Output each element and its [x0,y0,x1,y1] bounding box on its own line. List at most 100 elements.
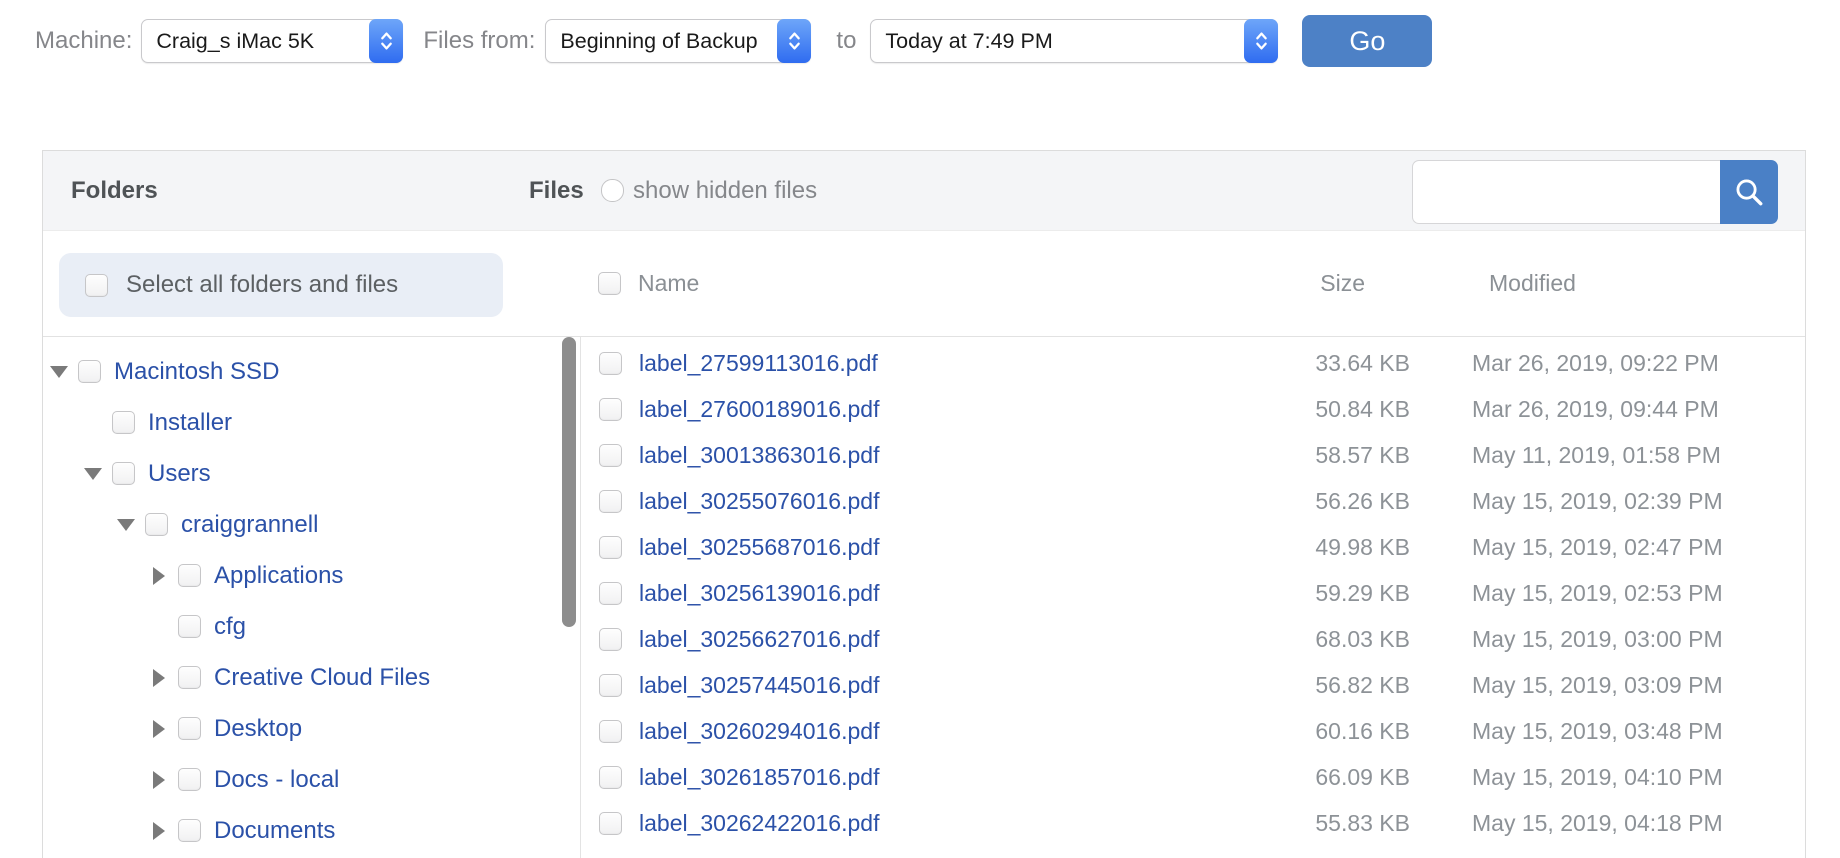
folder-link[interactable]: craiggrannell [181,511,318,539]
file-modified: May 15, 2019, 03:09 PM [1472,671,1723,698]
column-header-size: Size [1320,270,1365,296]
tree-row: Creative Cloud Files [43,652,558,703]
file-modified: May 15, 2019, 02:53 PM [1472,579,1723,606]
file-size: 49.98 KB [1315,533,1410,560]
select-all-checkbox[interactable] [85,273,108,297]
file-link[interactable]: label_27600189016.pdf [639,396,1199,423]
list-subheader: Select all folders and files Name Size M… [43,231,1805,337]
tree-row: Applications [43,550,558,601]
file-modified: May 15, 2019, 04:18 PM [1472,809,1723,836]
file-row: label_30256139016.pdf 59.29 KB May 15, 2… [581,570,1805,616]
file-modified: May 15, 2019, 03:00 PM [1472,625,1723,652]
file-modified: May 11, 2019, 01:58 PM [1472,441,1721,468]
file-size: 56.82 KB [1315,671,1410,698]
select-stepper-icon [777,19,812,63]
file-checkbox[interactable] [599,351,622,375]
file-checkbox[interactable] [599,765,622,789]
tree-row: Docs - local [43,754,558,805]
file-link[interactable]: label_30256139016.pdf [639,580,1199,607]
show-hidden-checkbox[interactable] [601,179,624,202]
folder-checkbox[interactable] [178,564,201,587]
file-size: 33.64 KB [1315,349,1410,376]
file-checkbox[interactable] [599,811,622,835]
file-size: 59.29 KB [1315,579,1410,606]
file-checkbox[interactable] [599,673,622,697]
file-link[interactable]: label_30255076016.pdf [639,488,1199,515]
file-link[interactable]: label_30260294016.pdf [639,718,1199,745]
select-all-row[interactable]: Select all folders and files [59,253,503,317]
folder-link[interactable]: Documents [214,817,335,845]
files-from-select-value: Beginning of Backup [560,28,758,53]
folder-checkbox[interactable] [112,411,135,434]
folder-link[interactable]: Desktop [214,715,302,743]
file-modified: May 15, 2019, 03:48 PM [1472,717,1723,744]
file-link[interactable]: label_30262422016.pdf [639,810,1199,837]
panel-header: Folders Files show hidden files [43,151,1805,231]
folder-checkbox[interactable] [178,819,201,842]
show-hidden-toggle[interactable]: show hidden files [601,151,817,230]
file-checkbox[interactable] [599,443,622,467]
file-link[interactable]: label_30013863016.pdf [639,442,1199,469]
file-row: label_30255076016.pdf 56.26 KB May 15, 2… [581,478,1805,524]
select-all-files-checkbox[interactable] [598,272,621,295]
folder-link[interactable]: Installer [148,409,232,437]
expand-closed-icon[interactable] [153,668,165,687]
folders-scrollbar-thumb[interactable] [562,337,576,627]
to-date-select-value: Today at 7:49 PM [885,28,1053,53]
folder-checkbox[interactable] [112,462,135,485]
search-button[interactable] [1720,160,1778,224]
file-row: label_27600189016.pdf 50.84 KB Mar 26, 2… [581,386,1805,432]
folder-checkbox[interactable] [178,717,201,740]
file-checkbox[interactable] [599,581,622,605]
machine-select-value: Craig_s iMac 5K [156,28,315,53]
expand-open-icon[interactable] [50,365,68,378]
file-checkbox[interactable] [599,719,622,743]
expand-open-icon[interactable] [117,518,135,531]
file-modified: May 15, 2019, 02:47 PM [1472,533,1723,560]
folder-link[interactable]: Creative Cloud Files [214,664,430,692]
expand-closed-icon[interactable] [153,566,165,585]
search-icon [1733,176,1765,208]
folder-checkbox[interactable] [178,666,201,689]
tree-row: Desktop [43,703,558,754]
column-header-name: Name [638,270,700,296]
folder-checkbox[interactable] [145,513,168,536]
files-title: Files [529,176,584,204]
folder-link[interactable]: Macintosh SSD [114,358,279,386]
file-modified: Mar 26, 2019, 09:22 PM [1472,349,1719,376]
file-row: label_30013863016.pdf 58.57 KB May 11, 2… [581,432,1805,478]
file-link[interactable]: label_30257445016.pdf [639,672,1199,699]
search-input[interactable] [1412,160,1720,224]
file-checkbox[interactable] [599,535,622,559]
file-checkbox[interactable] [599,489,622,513]
file-browser-panel: Folders Files show hidden files Select a… [42,150,1806,858]
folder-link[interactable]: Applications [214,562,343,590]
file-checkbox[interactable] [599,397,622,421]
file-link[interactable]: label_30255687016.pdf [639,534,1199,561]
folder-checkbox[interactable] [78,360,101,383]
file-link[interactable]: label_30256627016.pdf [639,626,1199,653]
file-size: 60.16 KB [1315,717,1410,744]
folder-link[interactable]: cfg [214,613,246,641]
file-link[interactable]: label_30261857016.pdf [639,764,1199,791]
file-row: label_30256627016.pdf 68.03 KB May 15, 2… [581,616,1805,662]
folder-link[interactable]: Users [148,460,211,488]
file-link[interactable]: label_27599113016.pdf [639,350,1199,377]
machine-select[interactable]: Craig_s iMac 5K [141,19,404,63]
folder-link[interactable]: Docs - local [214,766,339,794]
folder-checkbox[interactable] [178,768,201,791]
go-button[interactable]: Go [1302,15,1433,67]
expand-open-icon[interactable] [84,467,102,480]
to-date-select[interactable]: Today at 7:49 PM [870,19,1279,63]
column-header-modified: Modified [1489,270,1576,296]
expand-closed-icon[interactable] [153,719,165,738]
select-stepper-icon [1244,19,1279,63]
show-hidden-label: show hidden files [633,176,818,204]
expand-closed-icon[interactable] [153,770,165,789]
files-from-select[interactable]: Beginning of Backup [545,19,812,63]
expand-closed-icon[interactable] [153,821,165,840]
folders-scrollbar-track[interactable] [558,337,580,858]
file-size: 58.57 KB [1315,441,1410,468]
folder-checkbox[interactable] [178,615,201,638]
file-checkbox[interactable] [599,627,622,651]
